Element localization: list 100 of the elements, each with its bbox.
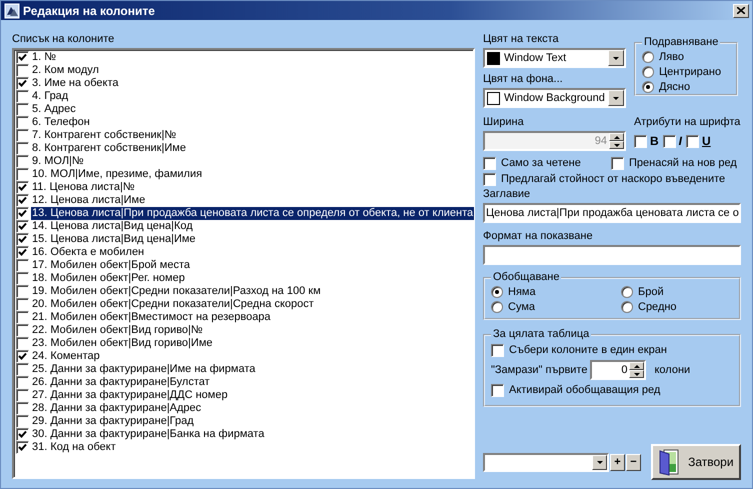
- preset-dropdown[interactable]: [483, 452, 609, 472]
- checkbox[interactable]: [16, 376, 29, 389]
- remove-button[interactable]: −: [626, 454, 641, 470]
- list-item[interactable]: 6. Телефон: [31, 116, 91, 129]
- dropdown-button[interactable]: [592, 454, 607, 470]
- dropdown-button[interactable]: [608, 50, 624, 66]
- checkbox[interactable]: [16, 77, 29, 90]
- checkbox[interactable]: [16, 51, 29, 64]
- checkbox[interactable]: [16, 155, 29, 168]
- list-item[interactable]: 23. Мобилен обект|Вид гориво|Име: [31, 337, 214, 350]
- close-button[interactable]: Затвори: [650, 444, 741, 480]
- checkbox[interactable]: [16, 324, 29, 337]
- dropdown-arrow-icon: [612, 96, 620, 100]
- list-item[interactable]: 17. Мобилен обект|Брой места: [31, 259, 191, 272]
- checkbox[interactable]: [16, 311, 29, 324]
- radio-button[interactable]: [491, 286, 503, 298]
- close-icon: [737, 7, 745, 14]
- spin-down-button[interactable]: [629, 370, 644, 378]
- radio-button[interactable]: [642, 80, 654, 92]
- checkbox[interactable]: [16, 389, 29, 402]
- list-item[interactable]: 8. Контрагент собственик|Име: [31, 142, 187, 155]
- list-item[interactable]: 4. Град: [31, 90, 70, 103]
- add-button[interactable]: +: [610, 454, 625, 470]
- radio-button[interactable]: [621, 286, 633, 298]
- list-item[interactable]: 7. Контрагент собственик|№: [31, 129, 178, 142]
- checkbox[interactable]: [16, 298, 29, 311]
- dropdown-button[interactable]: [608, 90, 624, 106]
- checkbox[interactable]: [611, 156, 624, 170]
- checkbox[interactable]: [16, 428, 29, 441]
- checkbox[interactable]: [16, 129, 29, 142]
- checkbox[interactable]: [16, 402, 29, 415]
- down-arrow-icon: [632, 372, 641, 376]
- list-item[interactable]: 12. Ценова листа|Име: [31, 194, 146, 207]
- checkbox[interactable]: [16, 103, 29, 116]
- color-dropdown[interactable]: Window Text: [483, 48, 626, 68]
- list-item[interactable]: 18. Мобилен обект|Рег. номер: [31, 272, 186, 285]
- list-item[interactable]: 14. Ценова листа|Вид цена|Код: [31, 220, 194, 233]
- list-item[interactable]: 30. Данни за фактуриране|Банка на фирмата: [31, 428, 266, 441]
- field-label: колони: [654, 364, 690, 376]
- color-dropdown[interactable]: Window Background: [483, 88, 626, 108]
- close-button[interactable]: [733, 4, 749, 18]
- list-item[interactable]: 13. Ценова листа|При продажба ценовата листа се определя от обекта, не от клиента: [31, 207, 474, 220]
- checkbox[interactable]: [491, 344, 504, 356]
- list-item[interactable]: 25. Данни за фактуриране|Име на фирмата: [31, 363, 256, 376]
- list-item[interactable]: 19. Мобилен обект|Средни показатели|Разход на 100 км: [31, 285, 322, 298]
- checkbox-label: Предлагай стойност от наскоро въведените: [501, 173, 726, 185]
- checkbox[interactable]: [16, 181, 29, 194]
- checkbox[interactable]: [16, 233, 29, 246]
- checkbox[interactable]: [686, 134, 700, 148]
- checkbox[interactable]: [491, 384, 504, 396]
- checkbox[interactable]: [16, 285, 29, 298]
- checkbox[interactable]: [16, 207, 29, 220]
- checkbox[interactable]: [16, 220, 29, 233]
- format-field[interactable]: [483, 245, 741, 265]
- checkbox[interactable]: [16, 64, 29, 77]
- group-title: Обобщаване: [492, 271, 560, 284]
- list-item[interactable]: 26. Данни за фактуриране|Булстат: [31, 376, 211, 389]
- checkbox[interactable]: [16, 168, 29, 181]
- checkbox[interactable]: [16, 363, 29, 376]
- list-item[interactable]: 3. Име на обекта: [31, 77, 120, 90]
- caption-field[interactable]: Ценова листа|При продажба ценовата листа се о: [483, 203, 741, 223]
- checkbox[interactable]: [16, 350, 29, 363]
- radio-button[interactable]: [642, 50, 654, 62]
- list-item[interactable]: 24. Коментар: [31, 350, 101, 363]
- list-item[interactable]: 5. Адрес: [31, 103, 77, 116]
- checkbox[interactable]: [16, 272, 29, 285]
- checkbox-label: Само за четене: [501, 157, 581, 169]
- checkbox[interactable]: [16, 246, 29, 259]
- checkbox[interactable]: [634, 134, 647, 148]
- checkbox[interactable]: [16, 142, 29, 155]
- field-label: Заглавие: [483, 187, 532, 201]
- list-item[interactable]: 11. Ценова листа|№: [31, 181, 136, 194]
- list-item[interactable]: 1. №: [31, 51, 58, 64]
- checkbox[interactable]: [483, 156, 496, 170]
- checkbox[interactable]: [16, 90, 29, 103]
- radio-button[interactable]: [621, 300, 633, 312]
- list-item[interactable]: 28. Данни за фактуриране|Адрес: [31, 402, 202, 415]
- list-item[interactable]: 2. Ком модул: [31, 64, 100, 77]
- checkbox[interactable]: [16, 194, 29, 207]
- radio-button[interactable]: [642, 66, 654, 78]
- list-item[interactable]: 22. Мобилен обект|Вид гориво|№: [31, 324, 204, 337]
- checkbox[interactable]: [662, 134, 676, 148]
- list-item[interactable]: 16. Обекта е мобилен: [31, 246, 146, 259]
- list-item[interactable]: 9. МОЛ|№: [31, 155, 85, 168]
- field-label: Цвят на фона...: [483, 72, 564, 86]
- list-item[interactable]: 31. Код на обект: [31, 441, 117, 454]
- list-item[interactable]: 15. Ценова листа|Вид цена|Име: [31, 233, 197, 246]
- checkbox[interactable]: [16, 415, 29, 428]
- radio-button[interactable]: [491, 300, 503, 312]
- spin-up-button[interactable]: [629, 362, 644, 370]
- checkbox[interactable]: [483, 172, 496, 186]
- freeze-spinbox[interactable]: 0: [590, 360, 646, 380]
- checkbox[interactable]: [16, 116, 29, 129]
- list-item[interactable]: 10. МОЛ|Име, презиме, фамилия: [31, 168, 204, 181]
- list-item[interactable]: 29. Данни за фактуриране|Град: [31, 415, 195, 428]
- checkbox[interactable]: [16, 337, 29, 350]
- list-item[interactable]: 21. Мобилен обект|Вместимост на резервоара: [31, 311, 272, 324]
- list-item[interactable]: 27. Данни за фактуриране|ДДС номер: [31, 389, 229, 402]
- checkbox[interactable]: [16, 259, 29, 272]
- list-item[interactable]: 20. Мобилен обект|Средни показатели|Средна скорост: [31, 298, 315, 311]
